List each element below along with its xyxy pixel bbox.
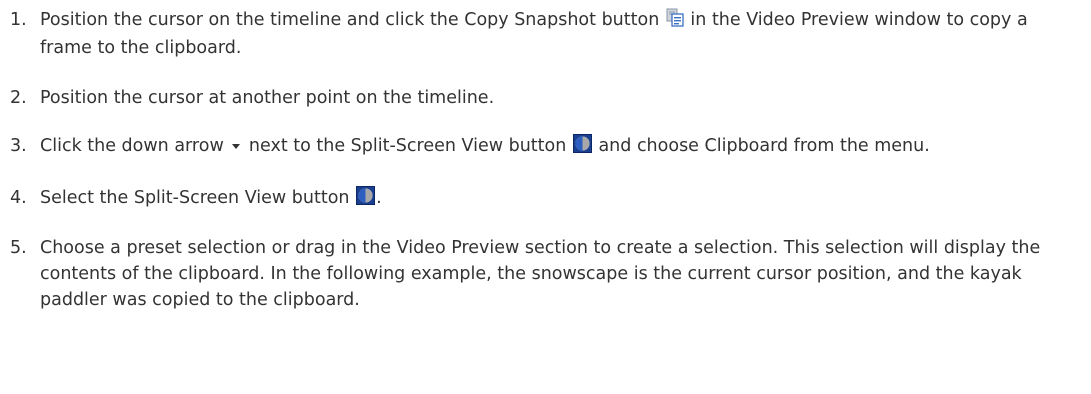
instruction-steps: 1. Position the cursor on the timeline a… <box>0 0 1091 313</box>
step-1: 1. Position the cursor on the timeline a… <box>10 7 1081 61</box>
step-text: Select the Split-Screen View button . <box>40 185 1081 213</box>
step-text: Position the cursor at another point on … <box>40 88 495 108</box>
text-segment: Click the down arrow <box>40 136 230 156</box>
text-segment: button <box>596 10 665 30</box>
step-text: Click the down arrow next to the Split-S… <box>40 133 1081 161</box>
split-screen-view-icon <box>572 134 592 161</box>
split-screen-view-icon <box>356 186 376 213</box>
step-number: 5. <box>10 238 27 258</box>
clipboard-label: Clipboard <box>704 136 789 156</box>
step-text: Choose a preset selection or drag in the… <box>40 238 1041 310</box>
step-number: 3. <box>10 136 27 156</box>
step-number: 2. <box>10 88 27 108</box>
text-segment: Select the <box>40 188 134 208</box>
text-segment: . <box>376 188 382 208</box>
split-screen-view-label: Split-Screen View <box>350 136 504 156</box>
text-segment: button <box>286 188 356 208</box>
step-text: Position the cursor on the timeline and … <box>40 7 1081 61</box>
down-arrow-icon <box>232 143 241 153</box>
step-number: 4. <box>10 188 27 208</box>
text-segment: next to the <box>243 136 351 156</box>
split-screen-view-label: Split-Screen View <box>133 188 287 208</box>
copy-snapshot-icon <box>666 8 684 35</box>
step-3: 3. Click the down arrow next to the Spli… <box>10 133 1081 161</box>
step-5: 5. Choose a preset selection or drag in … <box>10 235 1081 313</box>
copy-snapshot-label: Copy Snapshot <box>464 10 596 30</box>
step-2: 2. Position the cursor at another point … <box>10 85 1081 111</box>
step-number: 1. <box>10 10 27 30</box>
text-segment: and choose <box>592 136 705 156</box>
text-segment: button <box>503 136 572 156</box>
text-segment: Position the cursor on the timeline and … <box>40 10 465 30</box>
text-segment: from the menu. <box>788 136 930 156</box>
step-4: 4. Select the Split-Screen View button . <box>10 185 1081 213</box>
